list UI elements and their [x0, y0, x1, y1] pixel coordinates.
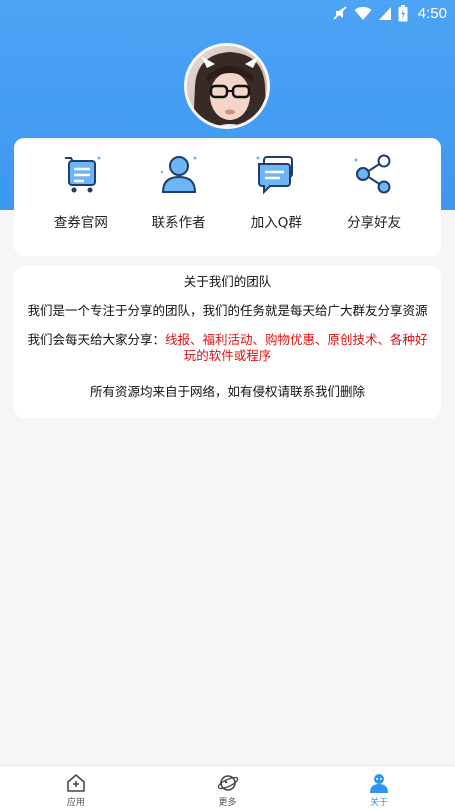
menu-item-label: 查券官网 [53, 215, 108, 231]
battery-icon [398, 4, 408, 22]
planet-icon [217, 775, 238, 791]
avatar[interactable] [184, 43, 270, 129]
bottom-tab-bar: 应用 更多 关于 [0, 765, 455, 810]
about-title: 关于我们的团队 [183, 274, 272, 289]
menu-item-coupon-site[interactable]: 查券官网 [36, 148, 126, 256]
wifi-icon [354, 5, 372, 21]
tab-label: 更多 [218, 798, 237, 808]
tab-apps[interactable]: 应用 [0, 766, 152, 810]
about-paragraph-sharing: 我们会每天给大家分享：线报、福利活动、购物优惠、原创技术、各种好玩的软件或程序 [26, 332, 429, 364]
menu-item-join-qq-group[interactable]: 加入Q群 [231, 148, 321, 256]
mute-icon [332, 5, 348, 21]
menu-item-share-friends[interactable]: 分享好友 [329, 148, 419, 256]
share-icon [354, 154, 391, 194]
about-card: 关于我们的团队 我们是一个专注于分享的团队，我们的任务就是每天给广大群友分享资源… [14, 266, 441, 418]
tab-label: 应用 [66, 798, 85, 808]
user-icon [160, 156, 197, 193]
menu-item-label: 加入Q群 [250, 215, 302, 231]
status-bar: 4:50 [0, 0, 455, 26]
signal-icon [378, 5, 392, 21]
sharing-highlight: 线报、福利活动、购物优惠、原创技术、各种好玩的软件或程序 [165, 332, 428, 363]
home-icon [67, 774, 85, 792]
sharing-prefix: 我们会每天给大家分享： [27, 332, 165, 347]
cart-icon [64, 156, 101, 193]
about-paragraph-disclaimer: 所有资源均来自于网络，如有侵权请联系我们删除 [89, 384, 365, 399]
profile-icon [370, 774, 389, 793]
menu-item-label: 联系作者 [151, 215, 206, 231]
about-paragraph-mission: 我们是一个专注于分享的团队，我们的任务就是每天给广大群友分享资源 [27, 303, 428, 318]
menu-item-contact-author[interactable]: 联系作者 [134, 148, 224, 256]
menu-item-label: 分享好友 [347, 215, 402, 231]
tab-more[interactable]: 更多 [152, 766, 304, 810]
chat-icon [256, 156, 294, 195]
quick-menu-card: 查券官网 联系作者 加入Q群 分享好友 [14, 138, 441, 256]
clock: 4:50 [417, 4, 447, 22]
tab-about[interactable]: 关于 [303, 766, 455, 810]
tab-label: 关于 [370, 798, 389, 808]
